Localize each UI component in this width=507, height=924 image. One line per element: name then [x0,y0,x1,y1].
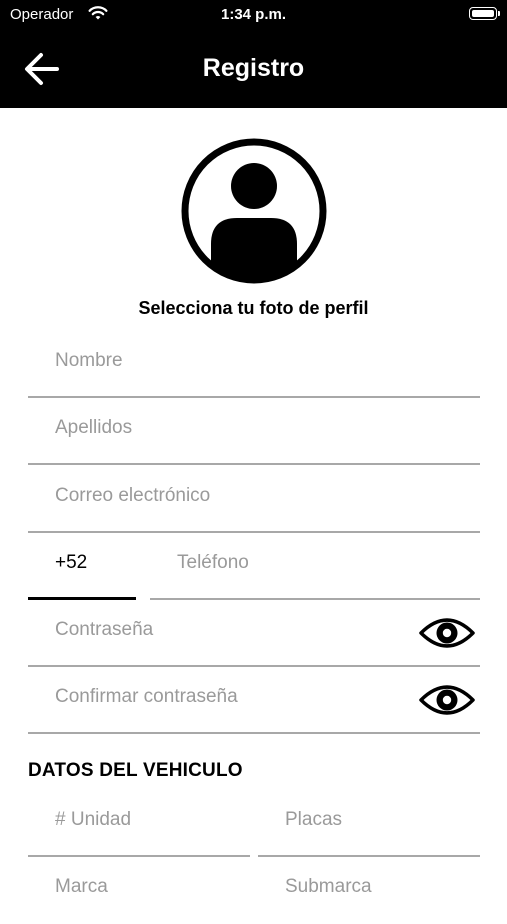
confirm-password-field[interactable]: Confirmar contraseña [28,668,480,734]
apellidos-field[interactable]: Apellidos [28,399,480,465]
show-confirm-password-eye-icon[interactable] [418,682,476,718]
submarca-field[interactable]: Submarca [258,858,480,924]
confirm-password-placeholder: Confirmar contraseña [55,686,238,707]
show-password-eye-icon[interactable] [418,615,476,651]
page-title: Registro [202,54,305,82]
marca-placeholder: Marca [55,876,108,897]
placas-field[interactable]: Placas [258,791,480,857]
email-field[interactable]: Correo electrónico [28,467,480,533]
field-underline [28,530,480,533]
field-underline [28,664,480,667]
battery-icon [469,7,500,20]
telefono-placeholder: Teléfono [177,552,249,573]
country-code-value: +52 [55,552,88,573]
marca-field[interactable]: Marca [28,858,250,924]
submarca-placeholder: Submarca [285,876,372,897]
apellidos-placeholder: Apellidos [55,417,133,438]
clock: 1:34 p.m. [220,6,287,23]
placas-placeholder: Placas [285,809,343,830]
field-underline [150,597,480,600]
status-bar: Operador 1:34 p.m. [0,0,507,30]
password-placeholder: Contraseña [55,619,154,640]
email-placeholder: Correo electrónico [55,485,211,506]
nav-bar: Registro [0,30,507,108]
nombre-placeholder: Nombre [55,350,123,371]
profile-photo-picker[interactable] [179,136,329,286]
field-underline [28,597,136,600]
country-code-field[interactable]: +52 [28,534,136,600]
field-underline [28,854,250,857]
field-underline [28,395,480,398]
profile-photo-caption: Selecciona tu foto de perfil [138,298,369,318]
nombre-field[interactable]: Nombre [28,332,480,398]
vehicle-section-title: DATOS DEL VEHICULO [28,760,243,781]
telefono-field[interactable]: Teléfono [150,534,480,600]
field-underline [28,731,480,734]
unidad-placeholder: # Unidad [55,809,132,830]
field-underline [28,462,480,465]
unidad-field[interactable]: # Unidad [28,791,250,857]
password-field[interactable]: Contraseña [28,601,480,667]
field-underline [258,854,480,857]
